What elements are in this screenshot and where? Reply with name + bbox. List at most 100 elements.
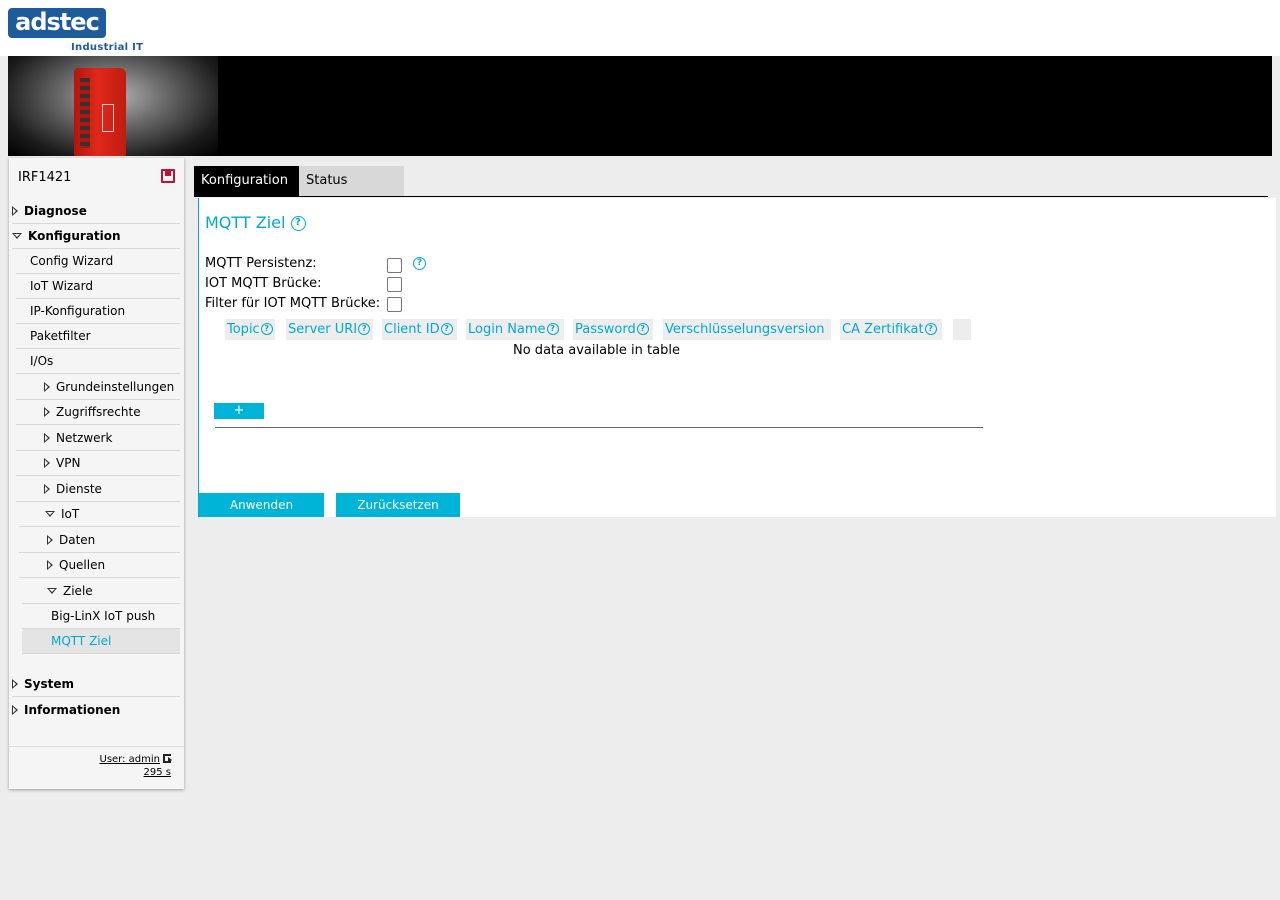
device-name: IRF1421 (18, 170, 72, 185)
session-timer[interactable]: 295 s (144, 767, 171, 778)
sidebar-item-quellen[interactable]: Quellen (19, 553, 180, 578)
column-verschluesselungsversion[interactable]: Verschlüsselungsversion (663, 319, 831, 340)
page-title: MQTT Ziel ? (205, 213, 306, 232)
column-client-id[interactable]: Client ID? (382, 319, 457, 340)
user-logout-link[interactable]: User: admin (100, 753, 172, 765)
help-icon[interactable]: ? (440, 322, 453, 335)
sidebar-item-label: Diagnose (24, 204, 87, 218)
sidebar-item-dienste[interactable]: Dienste (16, 477, 180, 502)
table-empty-message: No data available in table (513, 343, 680, 358)
sidebar-item-mqtt-ziel[interactable]: MQTT Ziel (22, 629, 180, 654)
device-ports (80, 78, 90, 148)
sidebar-item-label: Quellen (59, 558, 106, 572)
sidebar-item-label: Dienste (56, 482, 102, 496)
column-topic[interactable]: Topic? (225, 319, 275, 340)
sidebar-item-iot-wizard[interactable]: IoT Wizard (16, 274, 180, 299)
header-banner (8, 56, 1272, 156)
filter-iot-mqtt-bruecke-label: Filter für IOT MQTT Brücke: (205, 296, 381, 311)
sidebar-item-iot[interactable]: IoT (19, 502, 180, 527)
sidebar-item-vpn[interactable]: VPN (16, 451, 180, 476)
help-icon[interactable]: ? (546, 322, 559, 335)
sidebar-item-big-linx-iot-push[interactable]: Big-LinX IoT push (22, 604, 180, 629)
sidebar-item-ios[interactable]: I/Os (16, 349, 180, 374)
sidebar-item-daten[interactable]: Daten (19, 528, 180, 553)
sidebar-item-system[interactable]: System (12, 672, 180, 697)
table-bottom-line (215, 427, 983, 428)
sidebar-item-zugriffsrechte[interactable]: Zugriffsrechte (16, 400, 180, 425)
page-title-text: MQTT Ziel (205, 213, 286, 232)
sidebar-item-informationen[interactable]: Informationen (12, 698, 180, 723)
sidebar-item-label: Netzwerk (56, 431, 113, 445)
column-label: Password (575, 322, 636, 337)
sidebar: IRF1421 Diagnose Konfiguration Config Wi… (9, 158, 184, 789)
sidebar-item-label: Big-LinX IoT push (51, 609, 156, 623)
chevron-right-icon (44, 483, 50, 494)
sidebar-item-label: System (24, 677, 74, 691)
reset-button[interactable]: Zurücksetzen (336, 493, 460, 517)
help-icon[interactable]: ? (260, 322, 273, 335)
iot-mqtt-bruecke-checkbox[interactable] (387, 277, 402, 292)
sidebar-item-label: I/Os (30, 354, 54, 368)
chevron-right-icon (44, 406, 50, 417)
help-icon[interactable]: ? (358, 322, 371, 335)
sidebar-item-paketfilter[interactable]: Paketfilter (16, 324, 180, 349)
add-row-button[interactable]: + (214, 403, 264, 419)
chevron-right-icon (44, 457, 50, 468)
sidebar-item-label: IoT (61, 507, 80, 521)
column-label: Client ID (384, 322, 440, 337)
column-label: CA Zertifikat (842, 322, 924, 337)
sidebar-item-config-wizard[interactable]: Config Wizard (16, 249, 180, 274)
column-password[interactable]: Password? (573, 319, 653, 340)
chevron-down-icon (12, 232, 22, 239)
sidebar-footer: User: admin 295 s (9, 746, 184, 778)
sidebar-item-grundeinstellungen[interactable]: Grundeinstellungen (16, 375, 180, 400)
sidebar-item-diagnose[interactable]: Diagnose (12, 199, 180, 224)
chevron-right-icon (12, 205, 18, 216)
sidebar-item-konfiguration[interactable]: Konfiguration (12, 224, 180, 249)
device-label-plate (102, 104, 114, 132)
sidebar-item-label: Zugriffsrechte (56, 405, 141, 419)
sidebar-item-label: Grundeinstellungen (56, 380, 175, 394)
save-icon[interactable] (161, 169, 175, 183)
apply-button[interactable]: Anwenden (199, 493, 324, 517)
column-server-uri[interactable]: Server URI? (286, 319, 373, 340)
sidebar-item-ip-konfiguration[interactable]: IP-Konfiguration (16, 299, 180, 324)
column-login-name[interactable]: Login Name? (466, 319, 564, 340)
mqtt-persistenz-checkbox[interactable] (387, 258, 402, 273)
column-label: Verschlüsselungsversion (665, 322, 825, 337)
help-icon[interactable]: ? (290, 216, 306, 231)
sidebar-item-label: Daten (59, 533, 96, 547)
sidebar-item-label: IP-Konfiguration (30, 304, 126, 318)
sidebar-item-label: Paketfilter (30, 329, 91, 343)
logo-subtitle: Industrial IT (71, 42, 144, 53)
tab-status[interactable]: Status (299, 166, 404, 196)
sidebar-item-netzwerk[interactable]: Netzwerk (16, 426, 180, 451)
column-label: Topic (227, 322, 260, 337)
sidebar-item-ziele[interactable]: Ziele (22, 579, 180, 604)
sidebar-item-label: Informationen (24, 703, 121, 717)
sidebar-item-label: Konfiguration (28, 229, 121, 243)
content-panel: MQTT Ziel ? MQTT Persistenz: ? IOT MQTT … (198, 198, 1276, 517)
chevron-right-icon (44, 432, 50, 443)
help-icon[interactable]: ? (413, 257, 426, 270)
sidebar-item-label: VPN (56, 456, 81, 470)
sidebar-item-label: Ziele (63, 584, 93, 598)
column-label: Server URI (288, 322, 358, 337)
chevron-right-icon (47, 534, 53, 545)
device-image (74, 68, 126, 156)
help-icon[interactable]: ? (636, 322, 649, 335)
chevron-down-icon (45, 510, 55, 517)
adstec-logo: adstec (8, 8, 106, 38)
tab-konfiguration[interactable]: Konfiguration (194, 166, 299, 196)
chevron-down-icon (47, 587, 57, 594)
chevron-right-icon (47, 559, 53, 570)
sidebar-item-label: MQTT Ziel (51, 634, 112, 648)
mqtt-persistenz-label: MQTT Persistenz: (205, 256, 317, 271)
chevron-right-icon (12, 704, 18, 715)
chevron-right-icon (12, 678, 18, 689)
user-label: User: admin (99, 754, 161, 765)
filter-iot-mqtt-bruecke-checkbox[interactable] (387, 297, 402, 312)
header: adstec Industrial IT (0, 0, 1280, 56)
column-ca-zertifikat[interactable]: CA Zertifikat? (840, 319, 942, 340)
help-icon[interactable]: ? (924, 322, 937, 335)
